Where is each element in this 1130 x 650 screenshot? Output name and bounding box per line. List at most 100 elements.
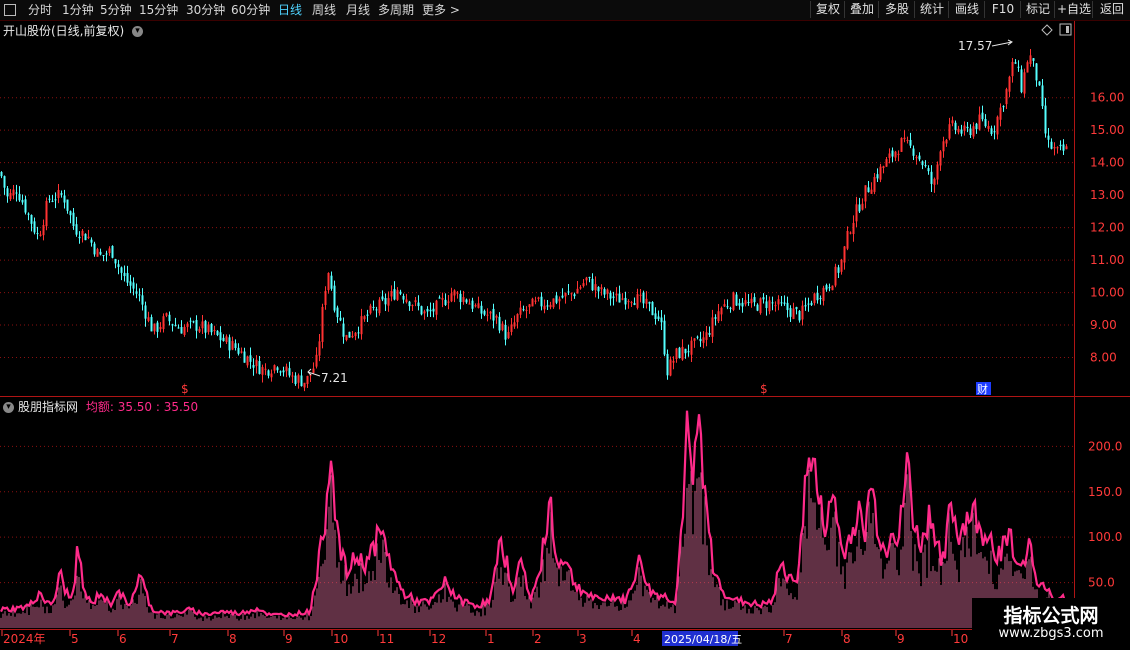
candle-body — [72, 212, 75, 227]
candle-body — [540, 296, 543, 307]
period-tab-4[interactable]: 30分钟 — [186, 2, 225, 18]
candle-body — [549, 304, 552, 308]
indicator-bars — [0, 470, 1068, 628]
candle-body — [336, 307, 339, 318]
candle-body — [96, 249, 99, 257]
period-tab-9[interactable]: 多周期 — [378, 2, 414, 18]
candle-body — [726, 306, 729, 308]
y-tick-label: 13.00 — [1090, 188, 1124, 202]
chevron-down-icon[interactable]: ▾ — [3, 402, 14, 413]
toolbar-button-1[interactable]: 叠加 — [844, 1, 879, 18]
candle-body — [921, 161, 924, 166]
candle-body — [234, 343, 237, 349]
toolbar-button-6[interactable]: 标记 — [1020, 1, 1055, 18]
candle-body — [378, 299, 381, 314]
candle-body — [918, 155, 921, 160]
stock-chart[interactable]: 8.009.0010.0011.0012.0013.0014.0015.0016… — [0, 0, 1130, 650]
candle-body — [855, 204, 858, 222]
candle-body — [1062, 144, 1065, 151]
candle-body — [1056, 147, 1059, 149]
toolbar-button-3[interactable]: 统计 — [914, 1, 949, 18]
y-tick-label: 11.00 — [1090, 253, 1124, 267]
event-marker-dollar[interactable]: $ — [181, 382, 189, 396]
period-tab-7[interactable]: 周线 — [312, 2, 336, 18]
candle-body — [723, 304, 726, 307]
diamond-icon[interactable] — [1041, 24, 1053, 36]
candle-body — [1029, 55, 1032, 64]
candle-body — [903, 137, 906, 140]
x-tick-label: 2024年 — [3, 632, 46, 646]
candle-body — [213, 330, 216, 332]
candle-body — [753, 297, 756, 303]
indicator-y-axis: 50.0 100.0 150.0 200.0 — [1088, 439, 1122, 589]
period-tab-8[interactable]: 月线 — [346, 2, 370, 18]
candle-body — [762, 297, 765, 300]
candle-body — [138, 294, 141, 296]
candle-body — [945, 139, 948, 144]
toolbar-button-8[interactable]: 返回 — [1092, 1, 1130, 18]
candle-body — [261, 367, 264, 375]
y-tick-label: 15.00 — [1090, 123, 1124, 137]
toolbar-button-7[interactable]: +自选 — [1054, 1, 1093, 18]
candle-body — [198, 329, 201, 332]
period-tab-3[interactable]: 15分钟 — [139, 2, 178, 18]
candle-body — [498, 316, 501, 331]
candle-body — [585, 277, 588, 281]
candle-body — [603, 289, 606, 295]
toolbar-button-0[interactable]: 复权 — [810, 1, 845, 18]
period-tab-2[interactable]: 5分钟 — [100, 2, 132, 18]
candle-body — [489, 311, 492, 314]
candle-body — [744, 300, 747, 305]
candle-body — [1059, 144, 1062, 147]
candle-body — [957, 128, 960, 133]
candle-body — [351, 335, 354, 338]
candle-body — [294, 375, 297, 385]
candle-body — [249, 355, 252, 362]
candle-body — [990, 128, 993, 135]
candle-body — [453, 290, 456, 296]
candle-body — [570, 293, 573, 295]
candle-body — [48, 198, 51, 200]
toolbar-button-2[interactable]: 多股 — [878, 1, 915, 18]
candle-body — [168, 314, 171, 322]
candle-body — [606, 289, 609, 294]
candle-body — [486, 314, 489, 316]
candle-body — [645, 298, 648, 304]
x-tick-label: 12 — [431, 632, 446, 646]
candle-body — [714, 317, 717, 319]
event-marker-dollar[interactable]: $ — [760, 382, 768, 396]
finance-marker[interactable]: 财 — [977, 382, 988, 396]
candle-body — [111, 245, 114, 258]
toolbar-button-5[interactable]: F10 — [984, 1, 1021, 18]
candle-body — [681, 346, 684, 360]
candle-body — [285, 366, 288, 372]
candle-body — [456, 292, 459, 294]
period-tab-10[interactable]: 更多 > — [422, 2, 460, 18]
candle-body — [468, 303, 471, 305]
candle-body — [1005, 89, 1008, 105]
toolbar-button-4[interactable]: 画线 — [948, 1, 985, 18]
candle-body — [21, 199, 24, 203]
candle-body — [258, 361, 261, 374]
x-tick-label: 9 — [285, 632, 293, 646]
period-tab-6[interactable]: 日线 — [278, 2, 302, 18]
candle-body — [720, 307, 723, 315]
candle-body — [195, 320, 198, 331]
chevron-down-icon[interactable]: ▾ — [132, 26, 144, 37]
candle-body — [1026, 62, 1029, 73]
period-tab-5[interactable]: 60分钟 — [231, 2, 270, 18]
candle-body — [672, 360, 675, 363]
candle-body — [873, 176, 876, 192]
candle-body — [282, 370, 285, 373]
period-tab-1[interactable]: 1分钟 — [62, 2, 94, 18]
window-icon[interactable] — [4, 4, 16, 16]
maximize-icon[interactable] — [1059, 23, 1072, 36]
candle-body — [414, 300, 417, 303]
period-tab-0[interactable]: 分时 — [28, 2, 52, 18]
candle-body — [555, 295, 558, 303]
candle-body — [345, 335, 348, 340]
candle-body — [279, 371, 282, 373]
candle-body — [471, 300, 474, 309]
candle-body — [987, 126, 990, 129]
x-tick-label: 9 — [897, 632, 905, 646]
